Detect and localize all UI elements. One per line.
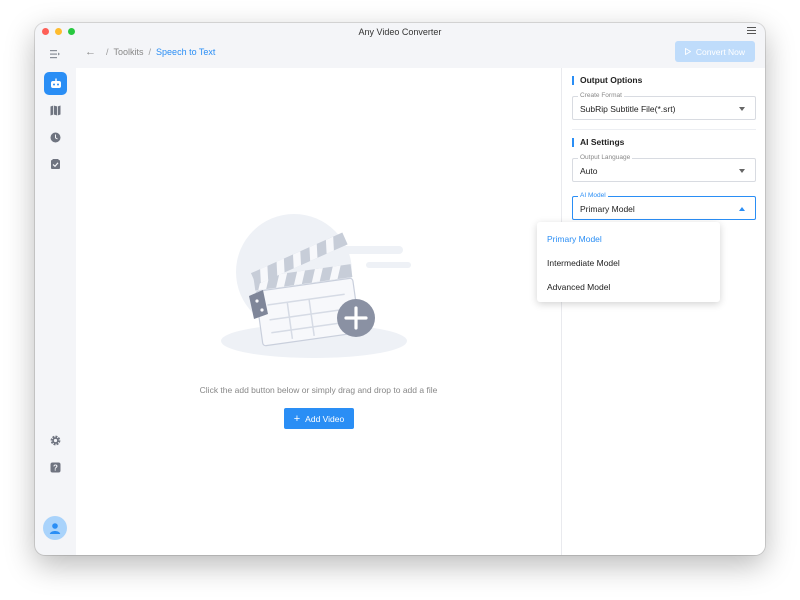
play-icon [684,48,691,55]
robot-icon [50,78,61,88]
plus-icon: + [293,412,301,425]
clapperboard-illustration [221,214,411,358]
ai-model-value: Primary Model [580,204,635,214]
breadcrumb: ← / Toolkits / Speech to Text [85,46,216,57]
sidebar-item-tasks[interactable] [44,153,67,176]
ai-model-select[interactable]: AI Model Primary Model [572,192,756,220]
drop-zone[interactable]: Click the add button below or simply dra… [76,68,561,555]
map-icon [50,105,61,116]
svg-text:?: ? [53,464,58,473]
ai-model-label: AI Model [578,192,608,200]
drop-hint: Click the add button below or simply dra… [199,385,438,395]
add-video-label: Add Video [305,413,345,424]
dropdown-option-intermediate[interactable]: Intermediate Model [547,258,620,268]
sidebar-item-history[interactable] [44,126,67,149]
sidebar-item-settings[interactable] [44,429,67,452]
menu-icon[interactable] [747,27,756,36]
back-arrow-icon[interactable]: ← [85,46,96,57]
settings-panel: Output Options Create Format SubRip Subt… [561,68,765,555]
output-language-select[interactable]: Output Language Auto [572,154,756,182]
clock-icon [50,132,61,143]
convert-now-label: Convert Now [695,46,746,57]
window-title: Any Video Converter [358,27,442,37]
sidebar: ? [35,68,76,555]
output-language-label: Output Language [578,154,633,162]
create-format-label: Create Format [578,92,624,100]
ai-model-dropdown: Primary Model Intermediate Model Advance… [537,222,720,302]
create-format-select[interactable]: Create Format SubRip Subtitle File(*.srt… [572,92,756,120]
breadcrumb-separator: / [148,47,152,57]
chevron-down-icon [739,169,745,173]
checklist-icon [51,159,60,169]
section-divider [572,129,756,130]
chevron-up-icon [739,207,745,211]
breadcrumb-speech-to-text: Speech to Text [156,47,216,57]
convert-now-button[interactable]: Convert Now [675,41,755,62]
sidebar-item-toolkit[interactable] [44,72,67,95]
ai-settings-title: AI Settings [572,138,624,147]
avatar-icon [49,523,61,534]
help-icon: ? [50,462,61,473]
dropdown-option-primary[interactable]: Primary Model [547,234,602,244]
dropdown-option-advanced[interactable]: Advanced Model [547,282,610,292]
breadcrumb-separator: / [106,47,109,57]
output-language-value: Auto [580,166,598,176]
output-options-title: Output Options [572,76,642,85]
collapse-sidebar-icon[interactable] [50,46,60,64]
breadcrumb-toolkits[interactable]: Toolkits [114,47,144,57]
chevron-down-icon [739,107,745,111]
gear-icon [50,435,61,446]
sidebar-item-help[interactable]: ? [44,456,67,479]
sidebar-item-map[interactable] [44,99,67,122]
create-format-value: SubRip Subtitle File(*.srt) [580,104,676,114]
add-video-button[interactable]: + Add Video [284,408,354,429]
account-avatar[interactable] [43,516,67,540]
